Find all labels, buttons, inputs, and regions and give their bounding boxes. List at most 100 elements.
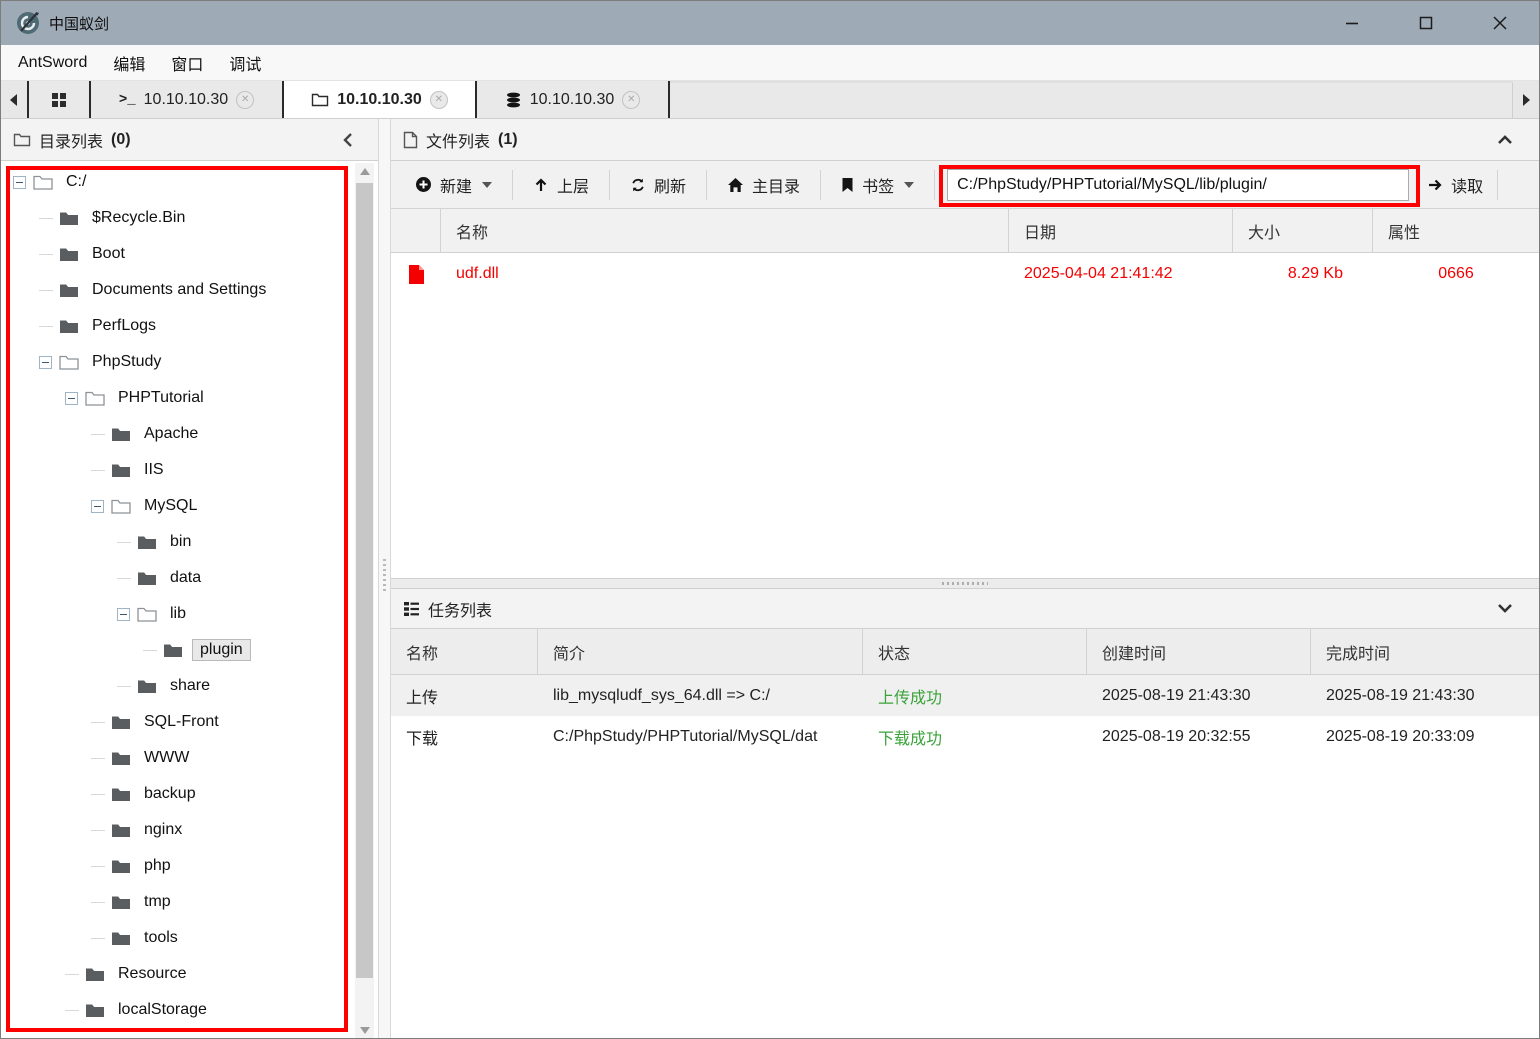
tree-node-label[interactable]: plugin bbox=[192, 639, 251, 661]
new-button[interactable]: 新建 bbox=[401, 168, 506, 202]
tree-node[interactable]: PerfLogs bbox=[1, 308, 378, 344]
tree-scrollbar[interactable] bbox=[355, 163, 374, 1038]
read-button[interactable]: 读取 bbox=[1419, 168, 1491, 202]
collapse-left-icon[interactable] bbox=[342, 132, 354, 148]
task-row[interactable]: 下载 C:/PhpStudy/PHPTutorial/MySQL/dat 下载成… bbox=[391, 716, 1539, 757]
task-header-finished[interactable]: 完成时间 bbox=[1311, 629, 1539, 674]
tree-node[interactable]: php bbox=[1, 848, 378, 884]
menu-edit[interactable]: 编辑 bbox=[100, 51, 158, 75]
tree-node[interactable]: SQL-Front bbox=[1, 704, 378, 740]
tree-node[interactable]: Apache bbox=[1, 416, 378, 452]
tab-close-icon[interactable]: ✕ bbox=[430, 91, 448, 109]
tree-node-label[interactable]: data bbox=[166, 568, 205, 588]
tree-node[interactable]: WWW bbox=[1, 740, 378, 776]
file-header-attr[interactable]: 属性 bbox=[1373, 209, 1539, 252]
task-row[interactable]: 上传 lib_mysqludf_sys_64.dll => C:/ 上传成功 2… bbox=[391, 675, 1539, 716]
tree-node-label[interactable]: share bbox=[166, 676, 214, 696]
file-header-date[interactable]: 日期 bbox=[1009, 209, 1233, 252]
tree-node[interactable]: tools bbox=[1, 920, 378, 956]
tree-node-label[interactable]: lib bbox=[166, 604, 190, 624]
tree-node-label[interactable]: IIS bbox=[140, 460, 168, 480]
task-header-name[interactable]: 名称 bbox=[391, 629, 538, 674]
tree-node-label[interactable]: MySQL bbox=[140, 496, 201, 516]
path-input[interactable] bbox=[947, 169, 1409, 201]
close-icon[interactable] bbox=[1489, 12, 1511, 34]
tree-expander-icon[interactable] bbox=[39, 356, 52, 369]
tree-node-label[interactable]: Documents and Settings bbox=[88, 280, 270, 300]
session-tab[interactable]: 10.10.10.30 ✕ bbox=[284, 81, 477, 118]
home-directory-button[interactable]: 主目录 bbox=[713, 168, 814, 202]
maximize-icon[interactable] bbox=[1415, 12, 1437, 34]
file-header-name[interactable]: 名称 bbox=[441, 209, 1009, 252]
tree-node-label[interactable]: tmp bbox=[140, 892, 175, 912]
tab-scroll-left-icon[interactable] bbox=[1, 81, 27, 118]
tree-node[interactable]: share bbox=[1, 668, 378, 704]
file-row[interactable]: udf.dll 2025-04-04 21:41:42 8.29 Kb 0666 bbox=[391, 253, 1539, 295]
tab-home[interactable] bbox=[29, 81, 91, 118]
menu-window[interactable]: 窗口 bbox=[158, 51, 216, 75]
session-tab[interactable]: >_ 10.10.10.30 ✕ bbox=[91, 81, 284, 118]
tree-node-label[interactable]: bin bbox=[166, 532, 195, 552]
minimize-icon[interactable] bbox=[1341, 12, 1363, 34]
tree-node[interactable]: plugin bbox=[1, 632, 378, 668]
tree-node-label[interactable]: Boot bbox=[88, 244, 129, 264]
tree-expander-icon[interactable] bbox=[65, 392, 78, 405]
tree-node-label[interactable]: backup bbox=[140, 784, 200, 804]
tree-node[interactable]: IIS bbox=[1, 452, 378, 488]
tree-node[interactable]: data bbox=[1, 560, 378, 596]
tree-scrollbar-thumb[interactable] bbox=[356, 183, 373, 978]
bookmark-button[interactable]: 书签 bbox=[827, 168, 928, 202]
tree-node[interactable]: Boot bbox=[1, 236, 378, 272]
tree-node-label[interactable]: C:/ bbox=[62, 172, 90, 192]
tree-node-label[interactable]: tools bbox=[140, 928, 182, 948]
tree-node[interactable]: PhpStudy bbox=[1, 344, 378, 380]
file-name[interactable]: udf.dll bbox=[441, 253, 1009, 295]
file-header-size[interactable]: 大小 bbox=[1233, 209, 1373, 252]
tree-node-label[interactable]: PerfLogs bbox=[88, 316, 160, 336]
scroll-up-icon[interactable] bbox=[355, 163, 374, 179]
file-panel-title: 文件列表 bbox=[426, 128, 490, 152]
tree-node[interactable]: Documents and Settings bbox=[1, 272, 378, 308]
tree-node-label[interactable]: localStorage bbox=[114, 1000, 211, 1020]
chevron-down-icon[interactable] bbox=[1497, 603, 1513, 614]
tree-node-label[interactable]: SQL-Front bbox=[140, 712, 223, 732]
tree-expander-icon[interactable] bbox=[91, 500, 104, 513]
tree-node-label[interactable]: Apache bbox=[140, 424, 202, 444]
tree-node[interactable]: localStorage bbox=[1, 992, 378, 1028]
tree-node[interactable]: $Recycle.Bin bbox=[1, 200, 378, 236]
tree-expander-icon[interactable] bbox=[13, 176, 26, 189]
tree-node-label[interactable]: WWW bbox=[140, 748, 193, 768]
tree-expander-icon[interactable] bbox=[117, 608, 130, 621]
tree-node-label[interactable]: Resource bbox=[114, 964, 190, 984]
tree-node[interactable]: C:/ bbox=[1, 164, 378, 200]
task-header-status[interactable]: 状态 bbox=[863, 629, 1087, 674]
session-tab[interactable]: 10.10.10.30 ✕ bbox=[477, 81, 670, 118]
menu-debug[interactable]: 调试 bbox=[216, 51, 274, 75]
tree-node[interactable]: MySQL bbox=[1, 488, 378, 524]
task-header-created[interactable]: 创建时间 bbox=[1087, 629, 1311, 674]
tree-node-label[interactable]: $Recycle.Bin bbox=[88, 208, 189, 228]
tree-node[interactable]: tmp bbox=[1, 884, 378, 920]
chevron-up-icon[interactable] bbox=[1497, 134, 1513, 145]
directory-panel: 目录列表 (0) bbox=[1, 119, 379, 1039]
tree-node[interactable]: Resource bbox=[1, 956, 378, 992]
panel-splitter-horizontal[interactable] bbox=[391, 578, 1539, 589]
tree-node-label[interactable]: nginx bbox=[140, 820, 186, 840]
tree-node[interactable]: PHPTutorial bbox=[1, 380, 378, 416]
tree-node[interactable]: backup bbox=[1, 776, 378, 812]
menu-antsword[interactable]: AntSword bbox=[5, 54, 100, 72]
tree-node[interactable]: lib bbox=[1, 596, 378, 632]
scroll-down-icon[interactable] bbox=[355, 1022, 374, 1038]
refresh-button[interactable]: 刷新 bbox=[616, 168, 700, 202]
panel-splitter-vertical[interactable] bbox=[379, 119, 391, 1039]
task-header-desc[interactable]: 简介 bbox=[538, 629, 863, 674]
tab-close-icon[interactable]: ✕ bbox=[236, 91, 254, 109]
up-level-button[interactable]: 上层 bbox=[519, 168, 603, 202]
tree-node-label[interactable]: PhpStudy bbox=[88, 352, 165, 372]
tree-node[interactable]: bin bbox=[1, 524, 378, 560]
tree-node-label[interactable]: PHPTutorial bbox=[114, 388, 208, 408]
tab-scroll-right-icon[interactable] bbox=[1513, 81, 1539, 118]
tree-node-label[interactable]: php bbox=[140, 856, 175, 876]
tree-node[interactable]: nginx bbox=[1, 812, 378, 848]
tab-close-icon[interactable]: ✕ bbox=[622, 91, 640, 109]
